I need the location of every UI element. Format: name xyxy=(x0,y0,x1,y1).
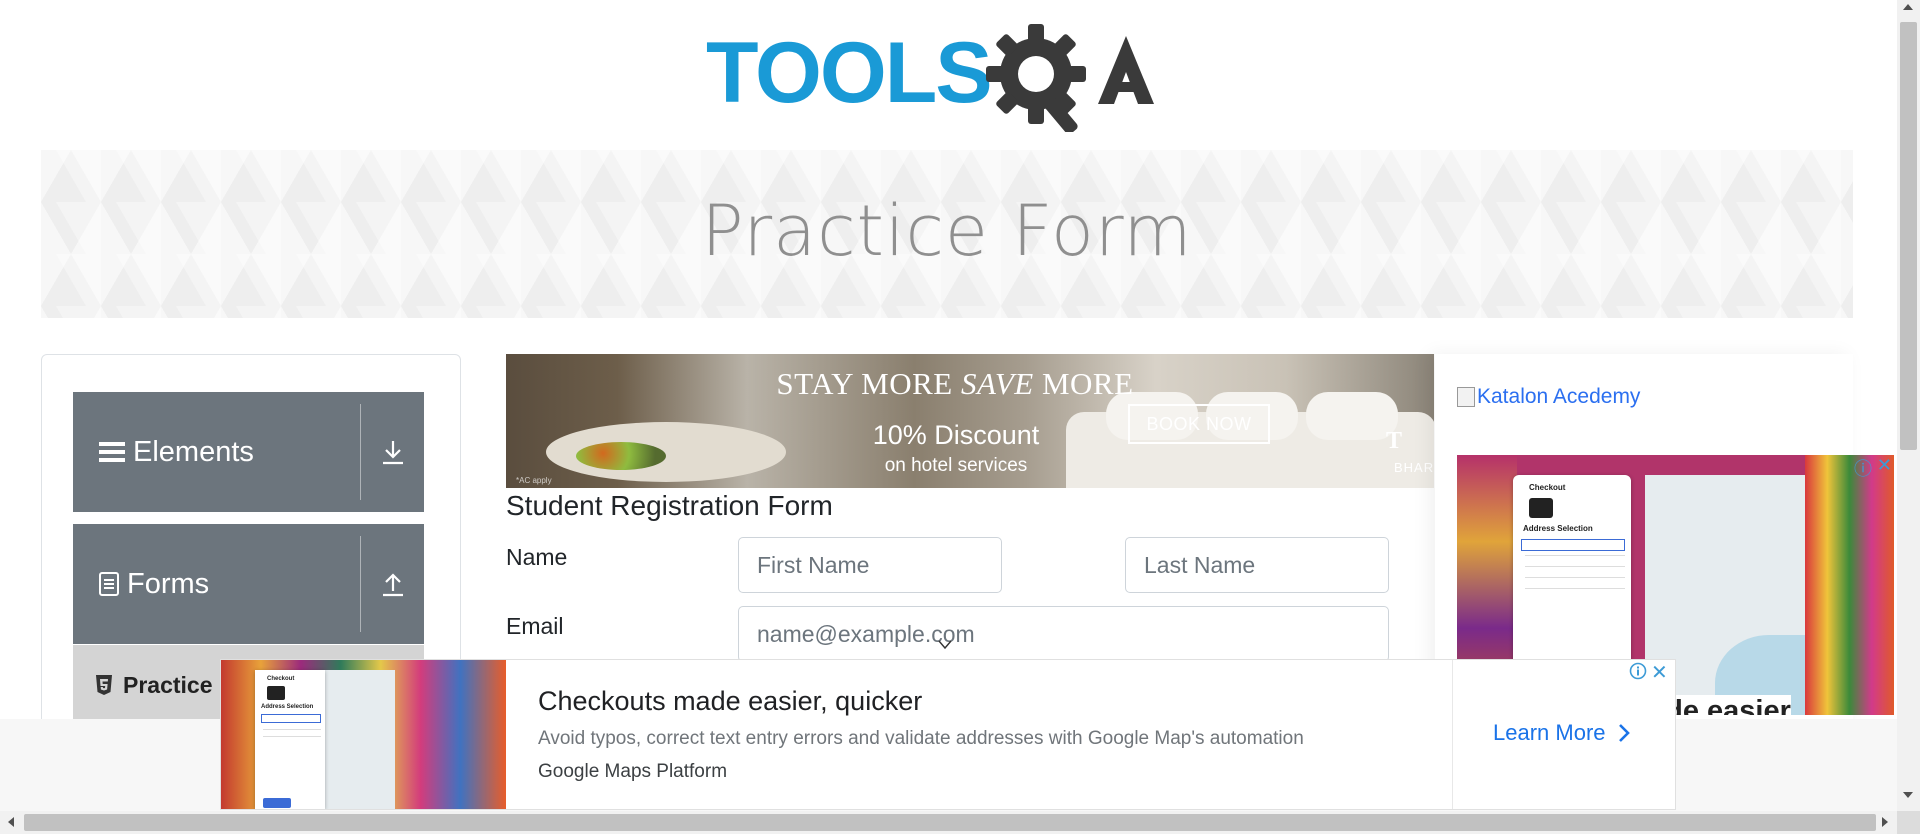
download-arrow-icon[interactable] xyxy=(378,437,408,467)
ad-headline: STAY MORE SAVE MORE xyxy=(776,366,1134,401)
scroll-up-icon[interactable] xyxy=(1903,4,1913,10)
close-icon[interactable]: ✕ xyxy=(1877,455,1892,476)
ad-brand: Google Maps Platform xyxy=(538,761,728,782)
html5-icon xyxy=(95,674,113,696)
toolsqa-logo[interactable]: TOOLS xyxy=(706,22,1192,132)
email-label: Email xyxy=(506,613,564,639)
sidebar-group-label: Elements xyxy=(133,435,254,468)
first-name-input[interactable] xyxy=(738,537,1002,593)
chevron-right-icon xyxy=(1618,724,1630,742)
sidebar-group-forms[interactable]: Forms xyxy=(73,524,424,644)
ad-checkout-card: Checkout Address Selection xyxy=(255,670,325,809)
form-title: Student Registration Form xyxy=(506,490,833,521)
ad-fine-print: *AC apply xyxy=(516,476,552,485)
scroll-thumb[interactable] xyxy=(24,814,1876,831)
hamburger-icon xyxy=(99,440,125,464)
learn-more-label: Learn More xyxy=(1493,720,1606,745)
ad-title: Checkouts made easier, quicker xyxy=(538,686,923,716)
divider xyxy=(360,404,361,500)
adchoices-icon[interactable] xyxy=(1629,662,1647,685)
ad-fruit-image xyxy=(576,442,666,470)
scroll-left-icon[interactable] xyxy=(8,817,14,827)
ad-discount: 10% Discount xyxy=(872,420,1040,450)
cursor-icon xyxy=(938,640,952,650)
katalon-link-text: Katalon Acedemy xyxy=(1477,385,1641,408)
broken-image-icon xyxy=(1457,387,1475,407)
ad-fabric-image xyxy=(1805,455,1894,715)
scroll-down-icon[interactable] xyxy=(1903,792,1913,798)
divider xyxy=(1452,660,1453,809)
ad-description: Avoid typos, correct text entry errors a… xyxy=(538,728,1304,749)
close-icon[interactable]: ✕ xyxy=(1651,660,1668,685)
ad-brand-partial: T xyxy=(1386,428,1403,454)
hotel-advertisement[interactable]: STAY MORE SAVE MORE 10% Discount on hote… xyxy=(506,354,1434,488)
sidebar-group-elements[interactable]: Elements xyxy=(73,392,424,512)
book-now-button[interactable]: BOOK NOW xyxy=(1128,404,1270,444)
ad-pillow-image xyxy=(1306,392,1398,440)
scrollbar-corner xyxy=(1897,811,1920,834)
page-banner: Practice Form xyxy=(41,150,1853,318)
name-label: Name xyxy=(506,544,568,570)
divider xyxy=(360,536,361,632)
scroll-right-icon[interactable] xyxy=(1882,817,1888,827)
ad-brand-sub-partial: BHART xyxy=(1394,460,1434,475)
email-input[interactable] xyxy=(738,606,1389,662)
ad-subline: on hotel services xyxy=(884,455,1028,476)
document-icon xyxy=(99,572,119,596)
sidebar-group-label: Forms xyxy=(127,567,210,600)
page-title: Practice Form xyxy=(701,190,1193,272)
learn-more-button[interactable]: Learn More xyxy=(1493,720,1634,746)
vertical-scrollbar[interactable] xyxy=(1897,0,1920,811)
adchoices-icon[interactable]: ⓘ xyxy=(1854,455,1874,479)
svg-text:TOOLS: TOOLS xyxy=(706,25,991,121)
katalon-academy-link[interactable]: Katalon Acedemy xyxy=(1457,385,1640,409)
upload-arrow-icon[interactable] xyxy=(378,569,408,599)
scroll-thumb[interactable] xyxy=(1900,22,1917,450)
ad-image: Checkout Address Selection xyxy=(221,660,506,809)
sidebar-item-label: Practice xyxy=(123,671,213,698)
last-name-input[interactable] xyxy=(1125,537,1389,593)
horizontal-scrollbar[interactable] xyxy=(0,811,1920,834)
bottom-advertisement[interactable]: Checkout Address Selection Checkouts mad… xyxy=(220,659,1676,810)
